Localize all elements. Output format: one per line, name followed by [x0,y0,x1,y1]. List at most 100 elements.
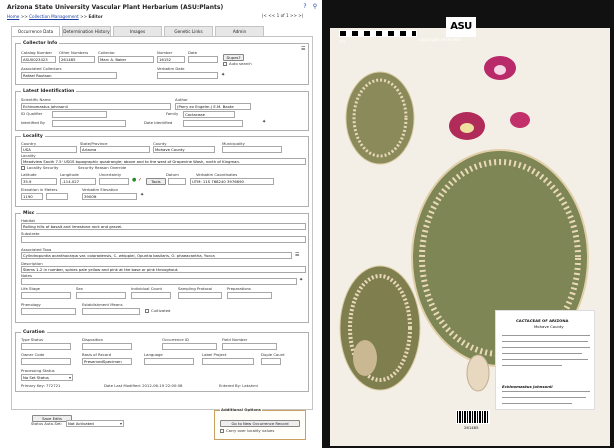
cactus-stem-top [345,71,415,165]
state-input[interactable]: Arizona [80,146,150,153]
collector-input[interactable]: Marc A. Baker [98,56,154,63]
carry-over-checkbox[interactable] [220,429,224,433]
additional-options-box: Additional Options Go to New Occurrence … [214,408,306,440]
tab-admin[interactable]: Admin [215,26,264,36]
basis-of-record-input[interactable]: PreservedSpecimen [82,358,132,365]
uncertainty-label: Uncertainty [99,172,122,177]
county-input[interactable]: Mohave County [153,146,215,153]
life-stage-input[interactable] [21,292,71,299]
entered-by: Entered By: Lakshmi [219,383,258,388]
sex-label: Sex [76,286,83,291]
cm-label: cm [339,39,346,44]
uncertainty-input[interactable] [99,178,129,185]
family-input[interactable]: Cactaceae [183,111,235,118]
list-icon[interactable]: ☰ [301,47,305,52]
detached-piece [466,354,490,392]
municipality-input[interactable] [222,146,282,153]
list-icon[interactable]: ☰ [295,253,299,258]
breadcrumb-home[interactable]: Home [7,14,19,19]
tag-icon[interactable]: ✦ [221,73,225,78]
auto-search-checkbox[interactable] [223,62,227,66]
tag-icon[interactable]: ✦ [140,193,144,198]
status-auto-set-select[interactable]: Not Activated [66,420,124,427]
establishment-means-input[interactable] [82,308,140,315]
author-input[interactable]: (Parry ex Engelm.) E.M. Baxte [175,103,251,110]
security-reason-label: Security Reason Override [78,165,127,170]
language-input[interactable] [144,358,194,365]
date-label: Date [188,50,198,55]
occurrence-id-label: Occurrence ID [162,337,189,342]
catalog-number-input[interactable]: ASU0023423 [21,56,56,63]
tab-images[interactable]: Images [113,26,162,36]
number-input[interactable]: 16152 [157,56,185,63]
type-status-label: Type Status [21,337,44,342]
longitude-input[interactable]: -114.027 [60,178,96,185]
preparations-input[interactable] [227,292,272,299]
scientific-name-input[interactable]: Echinomastus johnsonii [21,103,171,110]
associated-taxa-input[interactable]: Cylindropuntia acanthocarpa var. colorad… [21,252,292,259]
notes-input[interactable] [21,278,297,285]
sex-input[interactable] [76,292,126,299]
description-input[interactable]: Stems 1-2 in number, spines pale yellow … [21,266,306,273]
help-icon[interactable]: ? [301,3,309,11]
latitude-input[interactable]: 35.9 [21,178,57,185]
field-number-input[interactable] [222,343,277,350]
processing-status-select[interactable]: No Set Status [21,374,73,381]
family-label: Family [166,111,179,116]
tag-icon[interactable]: ✦ [299,278,303,283]
date-identified-label: Date Identified [144,120,173,125]
habitat-input[interactable]: Rolling hills of basalt and limestone ro… [21,223,306,230]
tag-icon[interactable]: ✦ [262,120,266,125]
locality-input[interactable]: Meadview South 7.5' USGS topographic qua… [21,158,306,165]
tab-genetic-links[interactable]: Genetic Links [164,26,213,36]
owner-code-input[interactable] [21,358,71,365]
disposition-input[interactable] [82,343,132,350]
occurrence-id-input[interactable] [162,343,217,350]
elevation-max-input[interactable] [46,193,68,200]
auto-search-label: Auto search [229,61,252,66]
label-heading: CACTACEAE OF ARIZONA [516,318,569,323]
label-project-input[interactable] [202,358,254,365]
record-navigator[interactable]: |< << 1 of 1 >> >| [262,13,303,18]
phenology-input[interactable] [21,308,76,315]
type-status-input[interactable] [21,343,71,350]
flower-middle [449,112,485,140]
breadcrumb-sep: >> [80,14,88,19]
identified-by-input[interactable] [52,120,126,127]
verbatim-elevation-input[interactable]: 3900ft [82,193,137,200]
country-input[interactable]: USA [21,146,77,153]
id-qualifier-input[interactable] [52,111,107,118]
breadcrumb-collection[interactable]: Collection Management [29,14,79,19]
latitude-label: Latitude [21,172,37,177]
globe-icon[interactable]: ● [132,178,136,183]
assoc-collectors-input[interactable]: Rafael Routson [21,72,117,79]
verbatim-date-input[interactable] [157,72,218,79]
cultivated-checkbox[interactable] [145,309,149,313]
dupes-button[interactable]: Dupes? [223,54,244,61]
tools-button[interactable]: Tools [146,178,166,185]
go-to-new-record-button[interactable]: Go to New Occurrence Record [220,420,300,427]
tab-determination-history[interactable]: Determination History [62,26,111,36]
number-label: Number [157,50,173,55]
elevation-min-input[interactable]: 1190 [21,193,43,200]
label-line [502,347,590,348]
language-label: Language [144,352,163,357]
substrate-input[interactable] [21,236,306,243]
cultivated-label: Cultivated [151,308,171,313]
duple-count-input[interactable] [261,358,281,365]
label-line [502,365,562,366]
section-legend: Locality [21,134,45,139]
individual-count-input[interactable] [131,292,171,299]
map-pin-icon[interactable]: ✓ [138,178,142,183]
date-identified-input[interactable] [183,120,243,127]
datum-input[interactable] [168,178,186,185]
section-legend: Curation [21,330,47,335]
label-line [502,335,590,336]
search-icon[interactable]: ⚲ [311,3,319,11]
verbatim-coordinates-input[interactable]: UTM: 11S 768240 3976690 [190,178,274,185]
locality-security-checkbox[interactable] [21,166,25,170]
sampling-protocol-input[interactable] [178,292,222,299]
section-legend: Misc [21,211,37,216]
other-numbers-input[interactable]: 261485 [59,56,95,63]
date-input[interactable] [188,56,218,63]
